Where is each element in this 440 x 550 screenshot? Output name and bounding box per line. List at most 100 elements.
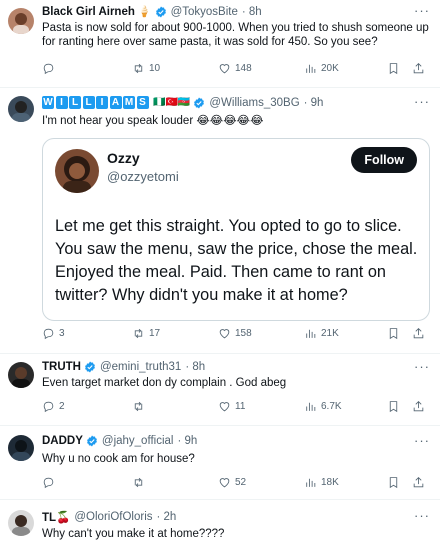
bookmark-button[interactable] [387,327,400,340]
share-button[interactable] [412,400,425,413]
bookmark-icon [389,401,398,413]
more-options-icon[interactable]: ··· [414,433,430,448]
timestamp[interactable]: · 9h [304,97,324,109]
name-letter: L [69,96,81,109]
name-letter: M [123,96,135,109]
avatar[interactable] [8,362,34,388]
bookmark-icon [389,328,398,340]
more-options-icon[interactable]: ··· [414,508,430,523]
heart-icon [219,402,230,412]
name-letter: S [136,96,149,109]
tweet-text: Pasta is now sold for about 900-1000. Wh… [42,22,429,48]
tweet-header: DADDY @jahy_official · 9h [42,435,197,447]
share-icon [413,401,424,412]
heart-icon [219,329,230,339]
name-letter: L [82,96,95,109]
reply-icon [43,477,54,489]
quoted-tweet[interactable]: Ozzy @ozzyetomi Follow Let me get this s… [42,138,430,321]
share-button[interactable] [412,62,425,75]
heart-icon [219,64,230,74]
author-name[interactable]: WILLIAMS [42,96,150,109]
name-letter: I [96,96,108,109]
name-letter: I [55,96,68,109]
tweet-5[interactable]: TL🍒 @OloriOfOloris · 2h ··· Why can't yo… [0,500,440,550]
retweet-button[interactable]: 17 [132,327,160,340]
tweet-header: TL🍒 @OloriOfOloris · 2h [42,510,176,524]
author-handle[interactable]: @TokyosBite [171,6,238,18]
tweet-text: Even target market don dy complain . God… [42,377,287,389]
retweet-button[interactable] [132,476,149,489]
bookmark-icon [389,477,398,489]
like-button[interactable]: 158 [218,327,252,340]
timestamp[interactable]: · 9h [177,435,197,447]
timestamp[interactable]: · 8h [242,6,262,18]
bookmark-button[interactable] [387,62,400,75]
name-letter: W [42,96,54,109]
bookmark-button[interactable] [387,400,400,413]
more-options-icon[interactable]: ··· [414,359,430,374]
author-name[interactable]: TRUTH [42,361,81,373]
like-button[interactable]: 11 [218,400,245,413]
reply-button[interactable] [42,476,59,489]
analytics-icon [306,64,316,73]
retweet-icon [134,477,143,488]
author-handle[interactable]: @jahy_official [102,435,174,447]
author-name[interactable]: TL🍒 [42,510,70,524]
author-handle[interactable]: @emini_truth31 [100,361,181,373]
analytics-icon [306,402,316,411]
author-name[interactable]: DADDY [42,435,83,447]
tweet-header: TRUTH @emini_truth31 · 8h [42,361,205,373]
ice-cream-emoji: 🍦 [137,6,152,18]
avatar[interactable] [8,435,34,461]
like-button[interactable]: 148 [218,62,252,75]
more-options-icon[interactable]: ··· [414,94,430,109]
avatar[interactable] [8,96,34,122]
heart-icon [219,478,230,488]
avatar[interactable] [8,510,34,536]
author-handle[interactable]: @OloriOfOloris [74,511,152,523]
views-button[interactable]: 6.7K [304,400,342,413]
share-icon [413,63,424,74]
share-button[interactable] [412,476,425,489]
tweet-header: Black Girl Airneh 🍦 @TokyosBite · 8h [42,5,262,19]
more-options-icon[interactable]: ··· [414,3,430,18]
action-bar: 52 18K [42,476,428,492]
verified-icon [194,97,205,108]
reply-button[interactable] [42,62,59,75]
name-letter: A [109,96,122,109]
action-bar: 2 11 6.7K [42,400,428,416]
timestamp[interactable]: · 2h [157,511,177,523]
quoted-avatar[interactable] [55,149,99,193]
timestamp[interactable]: · 8h [185,361,205,373]
avatar[interactable] [8,8,34,34]
author-name[interactable]: Black Girl Airneh [42,6,135,18]
retweet-icon [134,328,143,339]
retweet-button[interactable] [132,400,149,413]
share-icon [413,477,424,488]
analytics-icon [306,329,316,338]
reply-icon [43,63,54,75]
tweet-3[interactable]: TRUTH @emini_truth31 · 8h ··· Even targe… [0,354,440,426]
verified-icon [85,361,95,373]
reply-button[interactable]: 2 [42,400,65,413]
quoted-author-handle[interactable]: @ozzyetomi [107,169,179,184]
tweet-text: Why u no cook am for house? [42,453,195,465]
tweet-2[interactable]: WILLIAMS 🇳🇬🇹🇷🇦🇿 @Williams_30BG · 9h ··· … [0,88,440,354]
verified-icon [155,6,166,17]
views-button[interactable]: 18K [304,476,339,489]
quoted-author-name[interactable]: Ozzy [107,150,140,166]
tweet-1[interactable]: Black Girl Airneh 🍦 @TokyosBite · 8h ···… [0,0,440,88]
views-button[interactable]: 20K [304,62,339,75]
share-button[interactable] [412,327,425,340]
like-button[interactable]: 52 [218,476,246,489]
share-icon [413,328,424,339]
tweet-4[interactable]: DADDY @jahy_official · 9h ··· Why u no c… [0,426,440,500]
tweet-text: Why can't you make it at home???? [42,528,225,540]
verified-icon [86,435,97,447]
bookmark-button[interactable] [387,476,400,489]
views-button[interactable]: 21K [304,327,339,340]
reply-button[interactable]: 3 [42,327,65,340]
follow-button[interactable]: Follow [351,147,417,173]
author-handle[interactable]: @Williams_30BG [209,97,299,109]
retweet-button[interactable]: 10 [132,62,160,75]
